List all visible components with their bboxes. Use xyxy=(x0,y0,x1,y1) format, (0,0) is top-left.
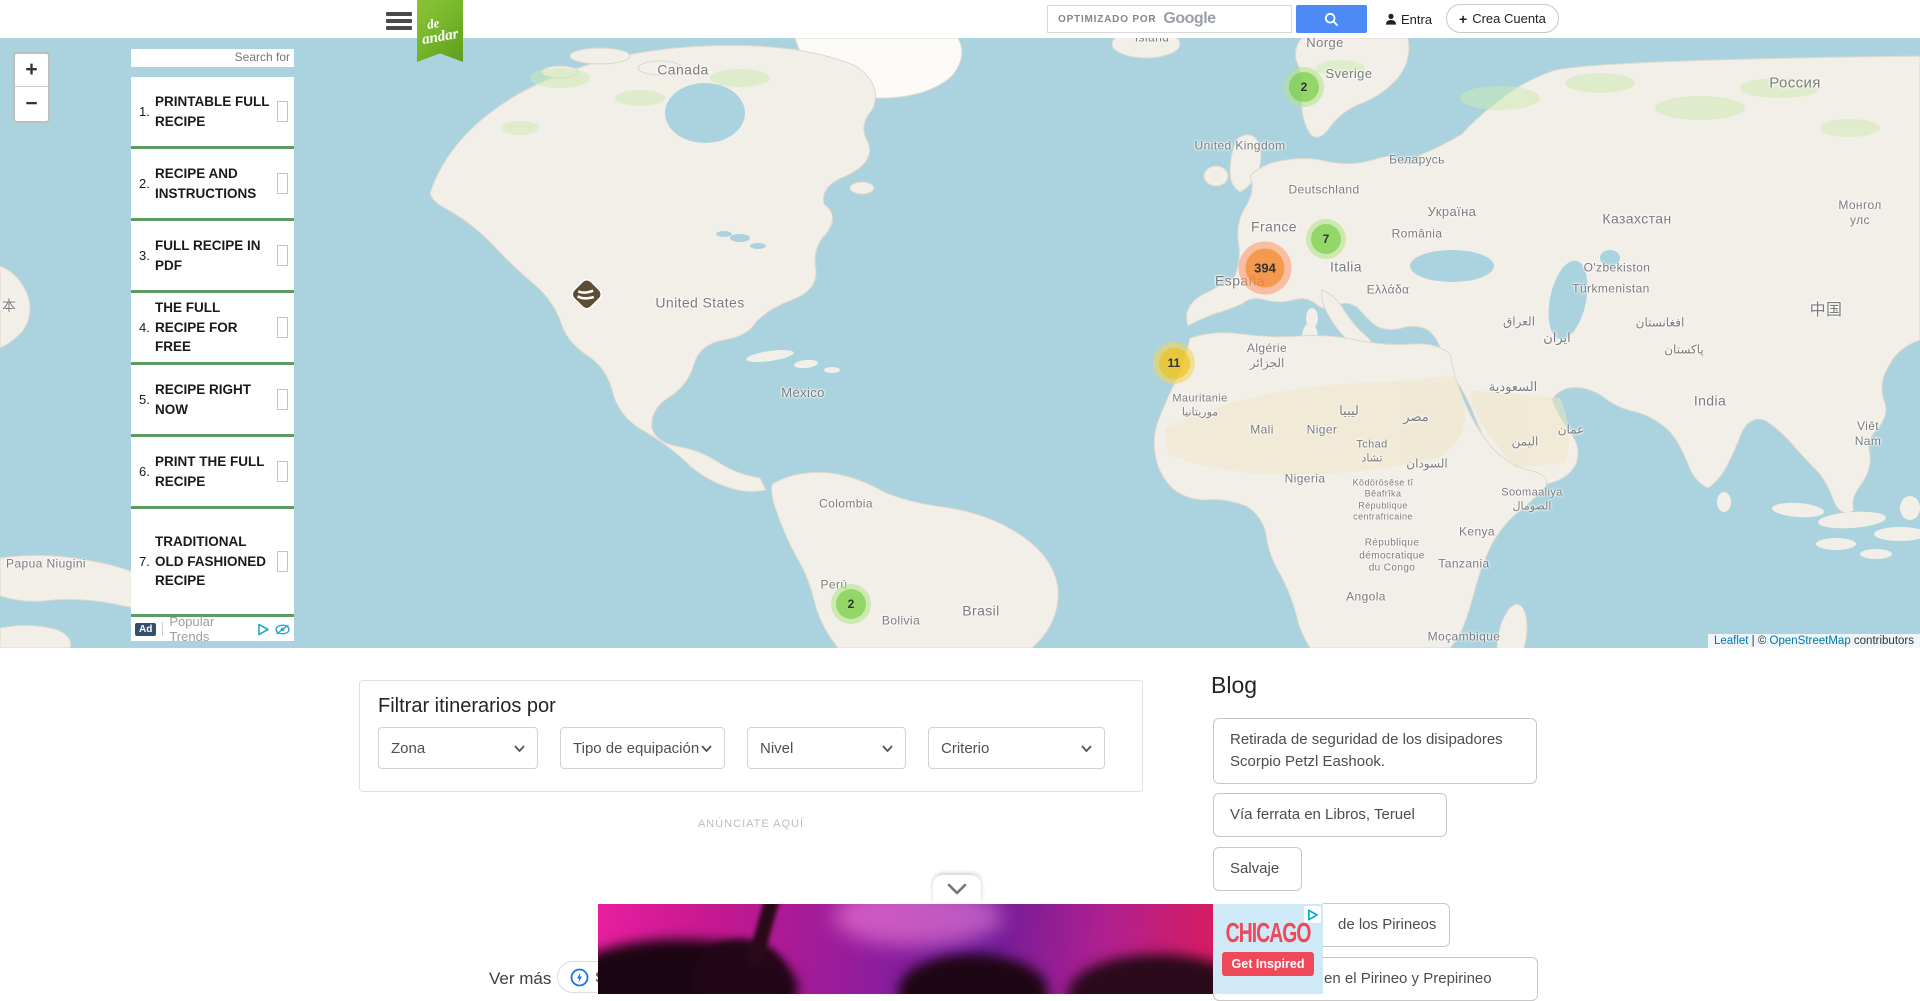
itinerary-filter-card: Filtrar itinerarios por Zona Tipo de equ… xyxy=(359,680,1143,792)
ad-item-label: RECIPE AND INSTRUCTIONS xyxy=(155,164,273,203)
criteria-select[interactable]: Criterio xyxy=(928,727,1105,769)
ad-item-number: 4. xyxy=(139,320,155,335)
ad-list-item[interactable]: 6. PRINT THE FULL RECIPE xyxy=(131,437,294,509)
ad-badge[interactable]: Ad xyxy=(135,623,156,636)
cluster-count: 2 xyxy=(1289,72,1319,102)
chevron-down-icon xyxy=(701,745,712,752)
ad-item-number: 7. xyxy=(139,554,155,569)
chevron-right-icon xyxy=(277,245,288,266)
mute-ad-eye-icon[interactable] xyxy=(275,624,290,635)
adchoices-icon[interactable] xyxy=(1304,906,1321,923)
leaflet-link[interactable]: Leaflet xyxy=(1714,635,1749,647)
equipment-type-select[interactable]: Tipo de equipación xyxy=(560,727,725,769)
ad-item-label: PRINT THE FULL RECIPE xyxy=(155,452,273,491)
map-cluster-marker[interactable]: 11 xyxy=(1153,342,1195,384)
filter-selects-row: Zona Tipo de equipación Nivel Criterio xyxy=(378,727,1105,769)
sidebar-ad-panel: Search for 1. PRINTABLE FULL RECIPE 2. R… xyxy=(131,49,294,641)
ad-list-item[interactable]: 3. FULL RECIPE IN PDF xyxy=(131,221,294,293)
cluster-count: 2 xyxy=(836,589,866,619)
ad-item-number: 2. xyxy=(139,176,155,191)
map-zoom-control: + − xyxy=(13,52,50,123)
zoom-out-button[interactable]: − xyxy=(15,87,48,120)
ad-item-number: 1. xyxy=(139,104,155,119)
chevron-right-icon xyxy=(277,317,288,338)
level-select-value: Nivel xyxy=(760,740,793,757)
blog-post-link[interactable]: Vía ferrata en Libros, Teruel xyxy=(1213,793,1447,837)
map-cluster-marker[interactable]: 7 xyxy=(1306,219,1346,259)
ad-list: 1. PRINTABLE FULL RECIPE 2. RECIPE AND I… xyxy=(131,77,294,617)
lightning-circle-icon xyxy=(570,968,589,987)
attribution-suffix: contributors xyxy=(1851,635,1914,647)
ad-item-label: RECIPE RIGHT NOW xyxy=(155,380,273,419)
banner-cta-button[interactable]: Get Inspired xyxy=(1222,952,1315,976)
zone-select[interactable]: Zona xyxy=(378,727,538,769)
plus-icon: + xyxy=(1459,11,1467,27)
ad-item-label: PRINTABLE FULL RECIPE xyxy=(155,92,273,131)
hamburger-menu-icon[interactable] xyxy=(386,9,414,31)
ad-list-item[interactable]: 4. THE FULL RECIPE FOR FREE xyxy=(131,293,294,365)
ad-list-item[interactable]: 7. TRADITIONAL OLD FASHIONED RECIPE xyxy=(131,509,294,617)
ad-footer: Ad Popular Trends xyxy=(131,617,294,641)
blog-post-link[interactable]: Retirada de seguridad de los disipadores… xyxy=(1213,718,1537,784)
ad-item-label: THE FULL RECIPE FOR FREE xyxy=(155,298,273,357)
create-account-button[interactable]: + Crea Cuenta xyxy=(1446,4,1559,33)
dismiss-banner-button[interactable] xyxy=(933,875,981,903)
advertise-here-placeholder[interactable]: ANÚNCIATE AQUÍ xyxy=(359,818,1143,830)
ad-item-number: 5. xyxy=(139,392,155,407)
chevron-right-icon xyxy=(277,551,288,572)
cluster-count: 11 xyxy=(1159,348,1190,379)
ad-search-for-label: Search for xyxy=(131,49,294,67)
ad-list-item[interactable]: 5. RECIPE RIGHT NOW xyxy=(131,365,294,437)
chevron-right-icon xyxy=(277,173,288,194)
zone-select-value: Zona xyxy=(391,740,425,757)
chevron-down-icon xyxy=(514,745,525,752)
ad-item-label: TRADITIONAL OLD FASHIONED RECIPE xyxy=(155,532,273,591)
adchoices-icon[interactable] xyxy=(257,623,270,636)
criteria-select-value: Criterio xyxy=(941,740,989,757)
user-icon xyxy=(1385,13,1397,25)
ad-list-item[interactable]: 2. RECIPE AND INSTRUCTIONS xyxy=(131,149,294,221)
ad-attribution-label: Popular Trends xyxy=(169,614,257,644)
chevron-down-icon xyxy=(947,883,967,895)
map-cluster-marker[interactable]: 2 xyxy=(831,584,871,624)
search-icon xyxy=(1324,12,1339,27)
login-button[interactable]: Entra xyxy=(1385,8,1432,30)
chevron-down-icon xyxy=(1081,745,1092,752)
ad-footer-divider xyxy=(162,622,163,636)
filter-title: Filtrar itinerarios por xyxy=(378,695,556,718)
chevron-right-icon xyxy=(277,101,288,122)
chevron-right-icon xyxy=(277,389,288,410)
logo-text-line2: andar xyxy=(421,27,460,48)
login-label: Entra xyxy=(1401,12,1432,27)
banner-brand-logo: CHICAGO xyxy=(1226,918,1311,949)
map-attribution: Leaflet | © OpenStreetMap contributors xyxy=(1708,634,1920,648)
chevron-right-icon xyxy=(277,461,288,482)
anchor-banner-ad[interactable]: CHICAGO Get Inspired xyxy=(598,903,1323,994)
map-cluster-marker[interactable]: 2 xyxy=(1284,67,1324,107)
cluster-count: 7 xyxy=(1311,224,1341,254)
ad-item-number: 6. xyxy=(139,464,155,479)
ad-item-label: FULL RECIPE IN PDF xyxy=(155,236,273,275)
search-input[interactable]: OPTIMIZADO POR Google xyxy=(1047,5,1292,33)
google-logo: Google xyxy=(1163,10,1215,28)
level-select[interactable]: Nivel xyxy=(747,727,906,769)
map-cluster-marker[interactable]: 394 xyxy=(1239,242,1292,295)
blog-section-title: Blog xyxy=(1211,672,1257,699)
search-powered-by-label: OPTIMIZADO POR xyxy=(1058,14,1156,25)
cluster-count: 394 xyxy=(1246,249,1285,288)
zoom-in-button[interactable]: + xyxy=(15,54,48,87)
equipment-type-select-value: Tipo de equipación xyxy=(573,740,699,757)
chevron-down-icon xyxy=(882,745,893,752)
create-account-label: Crea Cuenta xyxy=(1472,11,1546,26)
ad-list-item[interactable]: 1. PRINTABLE FULL RECIPE xyxy=(131,77,294,149)
see-more-link[interactable]: Ver más xyxy=(489,969,551,989)
banner-photo xyxy=(598,904,1213,994)
search-button[interactable] xyxy=(1296,5,1367,33)
top-navigation-bar: OPTIMIZADO POR Google Entra + Crea Cuent… xyxy=(0,0,1920,38)
blog-post-link[interactable]: Salvaje xyxy=(1213,847,1302,891)
openstreetmap-link[interactable]: OpenStreetMap xyxy=(1770,635,1851,647)
ad-item-number: 3. xyxy=(139,248,155,263)
attribution-separator: | © xyxy=(1748,635,1769,647)
site-logo[interactable]: de andar xyxy=(417,0,463,62)
